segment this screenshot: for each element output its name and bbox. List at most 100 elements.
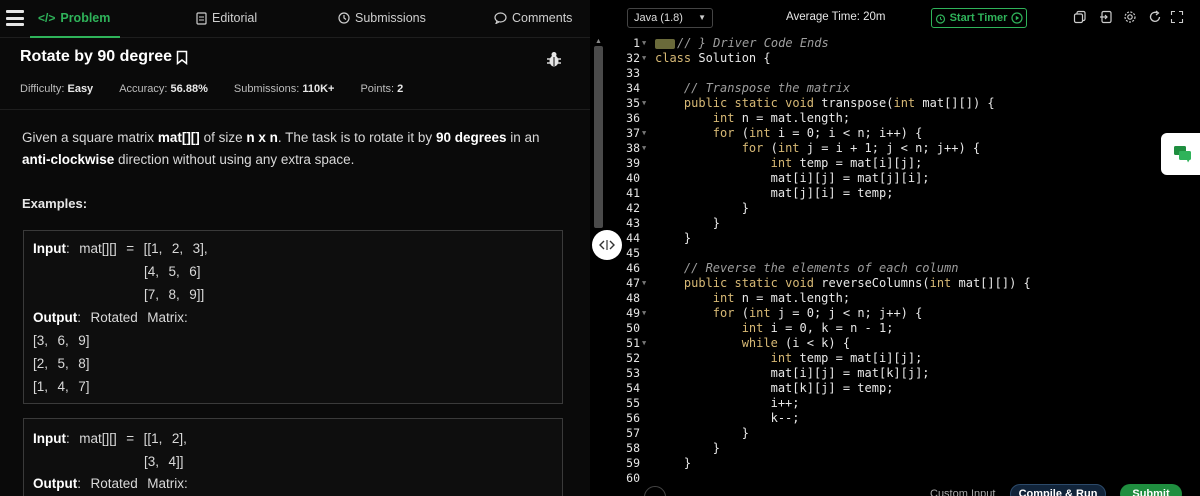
import-icon[interactable]: [1099, 10, 1113, 24]
fold-arrow-icon[interactable]: ▼: [642, 51, 646, 66]
code-text: int n = mat.length;: [712, 291, 851, 305]
play-circle-icon: [1011, 12, 1024, 24]
custom-input-button[interactable]: Custom Input: [930, 484, 995, 496]
editor-toolbar: Java (1.8) ▼ Average Time: 20m Start Tim…: [610, 0, 1200, 34]
code-text: for (int j = i + 1; j < n; j++) {: [741, 141, 981, 155]
code-text: public static void transpose(int mat[][]…: [683, 96, 995, 110]
line-number: 50: [626, 321, 640, 335]
line-number: 34: [626, 81, 640, 95]
points: Points: 2: [360, 83, 404, 95]
example-2-input-row2: [3, 4]]: [144, 454, 184, 469]
report-bug-icon[interactable]: [546, 50, 562, 68]
problem-tabbar: </> Problem Editorial Submissions Commen…: [0, 0, 590, 38]
tab-comments-label: Comments: [512, 11, 573, 25]
resize-arrows-icon: [599, 240, 615, 250]
code-comment: // Reverse the elements of each column: [655, 261, 959, 275]
code-icon: </>: [38, 11, 56, 25]
scroll-up-arrow-icon[interactable]: ▲: [595, 38, 602, 45]
fold-arrow-icon[interactable]: ▼: [642, 36, 646, 51]
tab-editorial-label: Editorial: [212, 11, 258, 25]
line-number: 47: [626, 276, 640, 290]
line-number: 35: [626, 96, 640, 110]
code-text: i++;: [655, 396, 800, 410]
active-tab-indicator: [30, 36, 120, 38]
start-timer-button[interactable]: Start Timer: [931, 8, 1027, 28]
start-timer-label: Start Timer: [949, 12, 1008, 24]
folded-code-badge[interactable]: [655, 38, 675, 49]
code-text: mat[k][j] = temp;: [655, 381, 894, 395]
line-number: 54: [626, 381, 640, 395]
editor-action-bar: Custom Input Compile & Run Submit: [610, 482, 1200, 496]
line-number: 32: [626, 51, 640, 65]
line-number: 36: [626, 111, 640, 125]
code-text: }: [655, 441, 721, 455]
comment-icon: [494, 12, 507, 24]
clock-icon: [338, 12, 350, 24]
line-number: 40: [626, 171, 640, 185]
line-number: 43: [626, 216, 640, 230]
pane-resize-handle[interactable]: [592, 230, 622, 260]
chat-icon: [1174, 146, 1191, 163]
fold-arrow-icon[interactable]: ▼: [642, 141, 646, 156]
code-text: mat[i][j] = mat[j][i];: [655, 171, 930, 185]
editor-pane: Java (1.8) ▼ Average Time: 20m Start Tim…: [610, 0, 1200, 496]
tab-submissions[interactable]: Submissions: [338, 11, 426, 25]
copy-icon[interactable]: [1073, 10, 1087, 24]
problem-meta: Difficulty: Easy Accuracy: 56.88% Submis…: [20, 83, 403, 95]
code-text: k--;: [655, 411, 800, 425]
line-number: 37: [626, 126, 640, 140]
code-comment: // Transpose the matrix: [655, 81, 851, 95]
fold-arrow-icon[interactable]: ▼: [642, 276, 646, 291]
line-number: 51: [626, 336, 640, 350]
code-text: public static void reverseColumns(int ma…: [683, 276, 1031, 290]
language-select[interactable]: Java (1.8) ▼: [627, 8, 713, 28]
submit-button[interactable]: Submit: [1120, 484, 1182, 496]
fold-arrow-icon[interactable]: ▼: [642, 126, 646, 141]
line-number: 53: [626, 366, 640, 380]
language-value: Java (1.8): [634, 12, 683, 24]
menu-icon[interactable]: [6, 10, 24, 26]
code-text: mat[j][i] = temp;: [655, 186, 894, 200]
example-1-output-row3: [1, 4, 7]: [33, 379, 90, 394]
average-time: Average Time: 20m: [786, 11, 886, 23]
example-1-input-row2: [4, 5, 6]: [144, 264, 201, 279]
line-number: 48: [626, 291, 640, 305]
submission-count: Submissions: 110K+: [233, 83, 335, 95]
tab-comments[interactable]: Comments: [494, 11, 572, 25]
code-text: }: [655, 231, 692, 245]
fullscreen-icon[interactable]: [1170, 10, 1184, 24]
example-box-2: Input: mat[][] = [[1, 2], [3, 4]] Output…: [23, 418, 563, 496]
bookmark-icon[interactable]: [176, 50, 188, 65]
line-number: 58: [626, 441, 640, 455]
tab-problem-label: Problem: [60, 11, 111, 25]
code-text: for (int i = 0; i < n; i++) {: [712, 126, 923, 140]
fold-arrow-icon[interactable]: ▼: [642, 96, 646, 111]
example-1-output-row1: [3, 6, 9]: [33, 333, 90, 348]
fold-arrow-icon[interactable]: ▼: [642, 336, 646, 351]
compile-run-button[interactable]: Compile & Run: [1010, 484, 1106, 496]
document-icon: [196, 11, 207, 25]
tab-submissions-label: Submissions: [355, 11, 426, 25]
line-number: 59: [626, 456, 640, 470]
code-text: int i = 0, k = n - 1;: [741, 321, 894, 335]
reset-icon[interactable]: [1148, 10, 1162, 24]
tab-editorial[interactable]: Editorial: [196, 11, 257, 25]
problem-description: Given a square matrix mat[][] of size n …: [22, 130, 540, 167]
code-text: mat[i][j] = mat[k][j];: [655, 366, 930, 380]
difficulty: Difficulty: Easy: [20, 83, 94, 95]
chat-help-button[interactable]: [1161, 133, 1200, 175]
code-text: }: [655, 456, 692, 470]
line-number: 49: [626, 306, 640, 320]
examples-heading: Examples:: [22, 196, 88, 211]
example-2-output: Output: Rotated Matrix:: [33, 476, 188, 491]
code-comment: // } Driver Code Ends: [655, 36, 829, 51]
settings-gear-icon[interactable]: [1123, 10, 1137, 24]
example-box-1: Input: mat[][] = [[1, 2, 3], [4, 5, 6] […: [23, 230, 563, 404]
chevron-down-icon: ▼: [698, 13, 706, 22]
fold-arrow-icon[interactable]: ▼: [642, 306, 646, 321]
tab-problem[interactable]: </> Problem: [38, 11, 110, 25]
example-1-input-row3: [7, 8, 9]]: [144, 287, 205, 302]
line-number: 41: [626, 186, 640, 200]
example-1-output-row2: [2, 5, 8]: [33, 356, 90, 371]
problem-scrollbar[interactable]: [594, 46, 603, 228]
